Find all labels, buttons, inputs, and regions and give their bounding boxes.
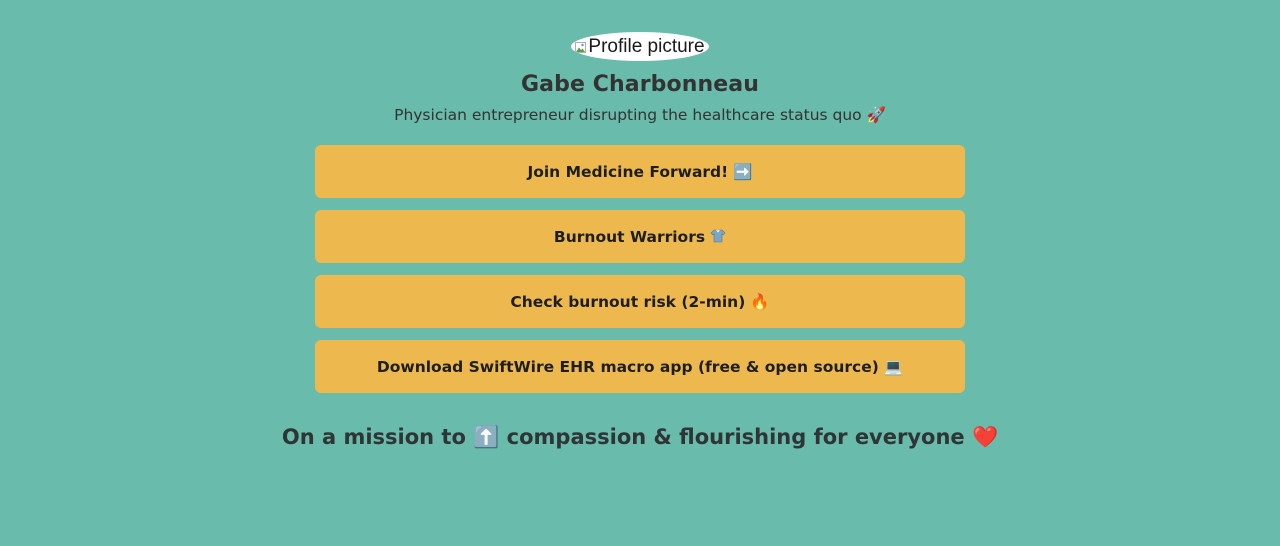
profile-name: Gabe Charbonneau	[521, 72, 759, 97]
link-button-medicine-forward[interactable]: Join Medicine Forward! ➡️	[315, 145, 965, 198]
up-arrow-icon: ⬆️	[473, 425, 500, 449]
scrubs-icon	[710, 228, 726, 246]
avatar-alt-text: Profile picture	[588, 35, 705, 57]
mission-prefix: On a mission to	[281, 425, 466, 449]
red-heart-icon: ❤️	[971, 425, 999, 449]
laptop-icon: 💻	[883, 357, 904, 376]
avatar: Profile picture	[571, 32, 709, 61]
link-button-burnout-warriors[interactable]: Burnout Warriors	[315, 210, 965, 263]
mission-suffix: compassion & flourishing for everyone	[506, 425, 965, 449]
profile-bio: Physician entrepreneur disrupting the he…	[394, 106, 886, 124]
link-button-burnout-risk[interactable]: Check burnout risk (2-min) 🔥	[315, 275, 965, 328]
right-arrow-icon: ➡️	[733, 162, 753, 181]
profile-page: Profile picture Gabe Charbonneau Physici…	[0, 0, 1280, 546]
link-label: Download SwiftWire EHR macro app (free &…	[376, 357, 879, 376]
link-label: Check burnout risk (2-min)	[510, 292, 746, 311]
link-label: Join Medicine Forward!	[527, 162, 729, 181]
link-button-swiftwire-download[interactable]: Download SwiftWire EHR macro app (free &…	[315, 340, 965, 393]
link-list: Join Medicine Forward! ➡️ Burnout Warrio…	[315, 145, 965, 393]
link-label: Burnout Warriors	[553, 227, 706, 246]
mission-statement: On a mission to ⬆️ compassion & flourish…	[282, 425, 998, 450]
broken-image-icon	[575, 42, 587, 53]
fire-icon: 🔥	[750, 292, 770, 311]
